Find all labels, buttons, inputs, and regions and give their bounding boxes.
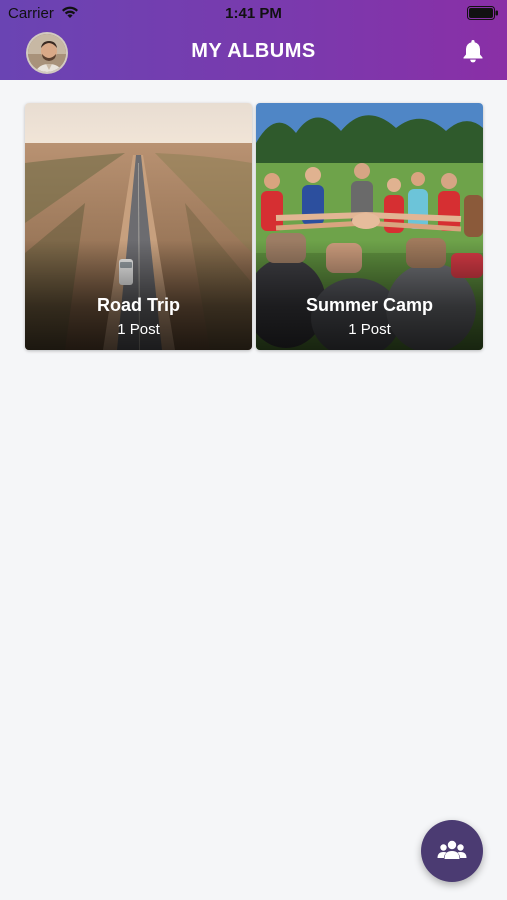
group-icon: [437, 840, 467, 859]
status-bar: Carrier 1:41 PM: [0, 0, 507, 28]
album-title: Road Trip: [96, 295, 180, 315]
group-fab-button[interactable]: [421, 820, 483, 882]
battery-icon: [467, 6, 498, 20]
album-title: Summer Camp: [305, 295, 434, 315]
album-post-count: 1 Post: [117, 321, 160, 338]
album-card-road-trip[interactable]: Road Trip 1 Post: [25, 103, 252, 350]
page-title: MY ALBUMS: [191, 40, 316, 62]
app-header: Carrier 1:41 PM MY ALBUMS: [0, 0, 507, 80]
bell-icon[interactable]: [461, 38, 485, 64]
album-card-summer-camp[interactable]: Summer Camp 1 Post: [256, 103, 483, 350]
status-time: 1:41 PM: [225, 5, 282, 22]
album-post-count: 1 Post: [348, 321, 391, 338]
